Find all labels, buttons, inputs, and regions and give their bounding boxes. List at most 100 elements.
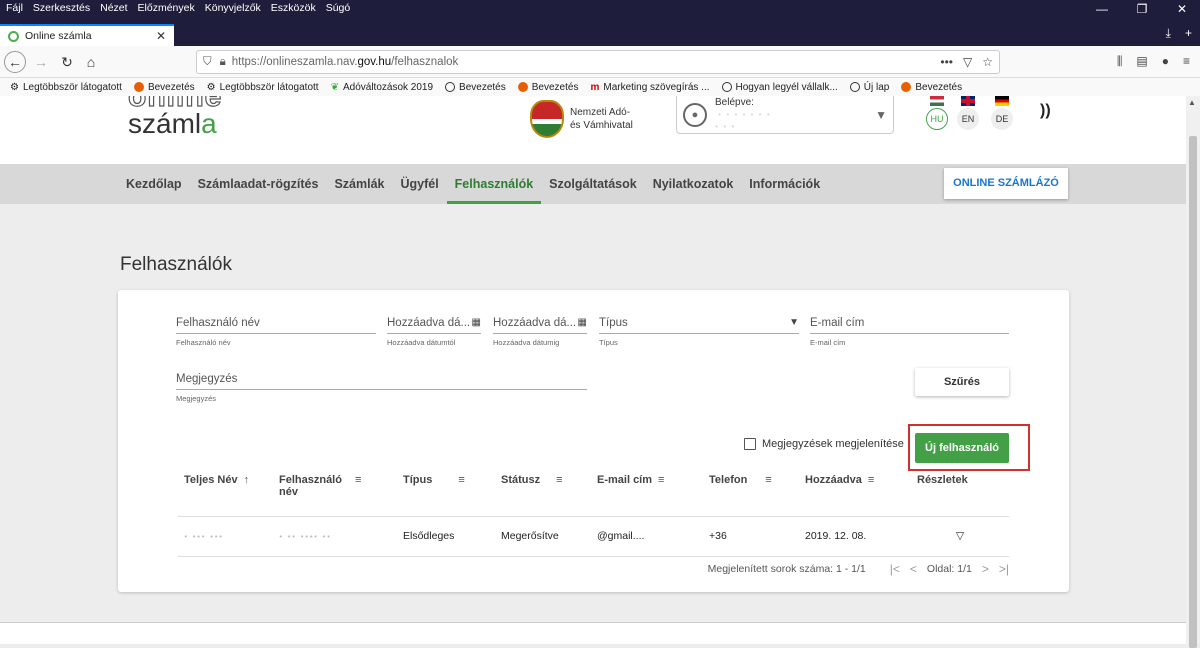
account-icon[interactable]: ● bbox=[1162, 54, 1169, 69]
page-actions-icon[interactable]: ••• bbox=[940, 55, 953, 69]
filter-button[interactable]: Szűrés bbox=[915, 368, 1009, 396]
back-icon[interactable]: ← bbox=[4, 51, 26, 73]
col-details: Részletek bbox=[917, 474, 968, 486]
email-filter[interactable]: E-mail cím E-mail cím bbox=[810, 312, 1009, 347]
nav-item-declarations[interactable]: Nyilatkozatok bbox=[653, 164, 734, 204]
menu-bookmarks[interactable]: Könyvjelzők bbox=[205, 2, 261, 14]
show-notes-checkbox[interactable]: Megjegyzések megjelenítése bbox=[744, 438, 904, 450]
next-page-icon[interactable]: > bbox=[982, 562, 989, 576]
bookmark-item[interactable]: ⚙ Legtöbbször látogatott bbox=[207, 82, 319, 93]
online-invoicing-button[interactable]: ONLINE SZÁMLÁZÓ bbox=[944, 168, 1068, 199]
globe-icon bbox=[721, 82, 732, 92]
col-added[interactable]: Hozzáadva ≡ bbox=[799, 466, 911, 516]
notes-filter[interactable]: Megjegyzés Megjegyzés bbox=[176, 368, 587, 403]
details-icon[interactable]: ▽ bbox=[911, 515, 1009, 557]
forward-icon[interactable]: → bbox=[32, 53, 50, 71]
tab-close-icon[interactable]: ✕ bbox=[156, 29, 166, 43]
email-input[interactable]: E-mail cím bbox=[810, 312, 1009, 334]
bookmark-item[interactable]: ⚙ Legtöbbször látogatott bbox=[10, 82, 122, 93]
col-email[interactable]: E-mail cím ≡ bbox=[591, 466, 703, 516]
notes-input[interactable]: Megjegyzés bbox=[176, 368, 587, 390]
cell-added: 2019. 12. 08. bbox=[799, 515, 911, 557]
minimize-icon[interactable]: — bbox=[1094, 2, 1110, 16]
added-to-input[interactable]: Hozzáadva dá... ▦ bbox=[493, 312, 587, 334]
tab-list-icon[interactable]: ⤓ bbox=[1166, 26, 1171, 41]
sort-up-icon[interactable]: ↑ bbox=[244, 474, 250, 486]
bookmark-item[interactable]: ❦ Adóváltozások 2019 bbox=[331, 82, 433, 93]
sort-icon[interactable]: ≡ bbox=[355, 474, 361, 486]
pocket-icon[interactable]: ▽ bbox=[963, 55, 972, 69]
added-to-filter[interactable]: Hozzáadva dá... ▦ Hozzáadva dátumig bbox=[493, 312, 587, 347]
shield-icon[interactable]: ⛉ bbox=[203, 56, 212, 69]
page-scrollbar[interactable]: ▲ bbox=[1186, 96, 1200, 648]
last-page-icon[interactable]: >| bbox=[999, 562, 1009, 576]
username-filter[interactable]: Felhasználó név Felhasználó név bbox=[176, 312, 376, 347]
calendar-icon[interactable]: ▦ bbox=[472, 312, 481, 333]
new-user-button[interactable]: Új felhasználó bbox=[915, 433, 1009, 463]
sort-icon[interactable]: ≡ bbox=[458, 474, 464, 486]
close-window-icon[interactable]: ✕ bbox=[1174, 2, 1190, 16]
menu-view[interactable]: Nézet bbox=[100, 2, 127, 14]
bookmark-star-icon[interactable]: ☆ bbox=[982, 55, 993, 69]
bookmark-item[interactable]: m Marketing szövegírás ... bbox=[590, 82, 709, 93]
col-username[interactable]: Felhasználó név≡ bbox=[273, 466, 397, 516]
sort-icon[interactable]: ≡ bbox=[765, 474, 771, 486]
col-type[interactable]: Típus ≡ bbox=[397, 466, 495, 516]
checkbox-icon[interactable] bbox=[744, 438, 756, 450]
sidebar-icon[interactable]: ▤ bbox=[1136, 54, 1147, 69]
lang-en[interactable]: EN bbox=[957, 96, 979, 130]
user-avatar-icon: ● bbox=[683, 102, 707, 127]
col-phone[interactable]: Telefon ≡ bbox=[703, 466, 799, 516]
reload-icon[interactable]: ↻ bbox=[58, 53, 76, 71]
new-tab-icon[interactable]: + bbox=[1185, 26, 1192, 41]
sort-icon[interactable]: ≡ bbox=[868, 474, 874, 486]
bookmark-item[interactable]: Bevezetés bbox=[445, 82, 506, 93]
col-status[interactable]: Státusz ≡ bbox=[495, 466, 591, 516]
type-filter[interactable]: Típus ▼ Típus bbox=[599, 312, 799, 347]
lang-de[interactable]: DE bbox=[991, 96, 1013, 130]
table-row[interactable]: · ··· ··· · ·· ···· ·· Elsődleges Megerő… bbox=[178, 515, 1009, 557]
menu-file[interactable]: Fájl bbox=[6, 2, 23, 14]
first-page-icon[interactable]: |< bbox=[890, 562, 900, 576]
bookmark-item[interactable]: Bevezetés bbox=[517, 82, 578, 93]
added-from-filter[interactable]: Hozzáadva dá... ▦ Hozzáadva dátumtól bbox=[387, 312, 481, 347]
bookmark-item[interactable]: Új lap bbox=[849, 82, 889, 93]
site-logo[interactable]: online számla bbox=[127, 96, 222, 138]
nav-item-client[interactable]: Ügyfél bbox=[400, 164, 438, 204]
browser-tab[interactable]: Online számla ✕ bbox=[0, 24, 174, 46]
lang-hu[interactable]: HU bbox=[926, 96, 948, 130]
menu-history[interactable]: Előzmények bbox=[138, 2, 195, 14]
login-dropdown[interactable]: ● Belépve: · · · · · · · · · · ▼ bbox=[676, 96, 894, 134]
bookmark-item[interactable]: Bevezetés bbox=[901, 82, 962, 93]
menu-help[interactable]: Súgó bbox=[326, 2, 351, 14]
scroll-up-icon[interactable]: ▲ bbox=[1188, 98, 1196, 107]
rss-icon[interactable]: )) bbox=[1040, 102, 1051, 120]
nav-item-invoices[interactable]: Számlák bbox=[334, 164, 384, 204]
scrollbar-thumb[interactable] bbox=[1189, 136, 1197, 648]
restore-icon[interactable]: ❐ bbox=[1134, 2, 1150, 16]
nav-item-users[interactable]: Felhasználók bbox=[446, 164, 541, 204]
nav-item-information[interactable]: Információk bbox=[749, 164, 820, 204]
nav-item-invoice-entry[interactable]: Számlaadat-rögzítés bbox=[198, 164, 319, 204]
col-full-name[interactable]: Teljes Név ↑ bbox=[178, 466, 273, 516]
menu-edit[interactable]: Szerkesztés bbox=[33, 2, 90, 14]
type-select[interactable]: Típus ▼ bbox=[599, 312, 799, 334]
sort-icon[interactable]: ≡ bbox=[556, 474, 562, 486]
calendar-icon[interactable]: ▦ bbox=[578, 312, 587, 333]
home-icon[interactable]: ⌂ bbox=[82, 53, 100, 71]
lock-icon[interactable]: 🔒︎ bbox=[220, 56, 226, 69]
prev-page-icon[interactable]: < bbox=[910, 562, 917, 576]
menu-tools[interactable]: Eszközök bbox=[271, 2, 316, 14]
hamburger-menu-icon[interactable]: ≡ bbox=[1183, 54, 1190, 69]
toolbar-right: ⫼ ▤ ● ≡ bbox=[1117, 54, 1190, 69]
bookmark-item[interactable]: Bevezetés bbox=[133, 82, 195, 93]
library-icon[interactable]: ⫼ bbox=[1117, 54, 1123, 69]
nav-item-home[interactable]: Kezdőlap bbox=[126, 164, 182, 204]
added-from-input[interactable]: Hozzáadva dá... ▦ bbox=[387, 312, 481, 334]
leaf-icon: ❦ bbox=[330, 81, 339, 93]
address-bar[interactable]: ⛉ 🔒︎ https://onlineszamla.nav. gov.hu/fel… bbox=[196, 50, 1000, 74]
sort-icon[interactable]: ≡ bbox=[658, 474, 664, 486]
bookmark-item[interactable]: Hogyan legyél vállalk... bbox=[721, 82, 838, 93]
username-input[interactable]: Felhasználó név bbox=[176, 312, 376, 334]
nav-item-services[interactable]: Szolgáltatások bbox=[549, 164, 637, 204]
